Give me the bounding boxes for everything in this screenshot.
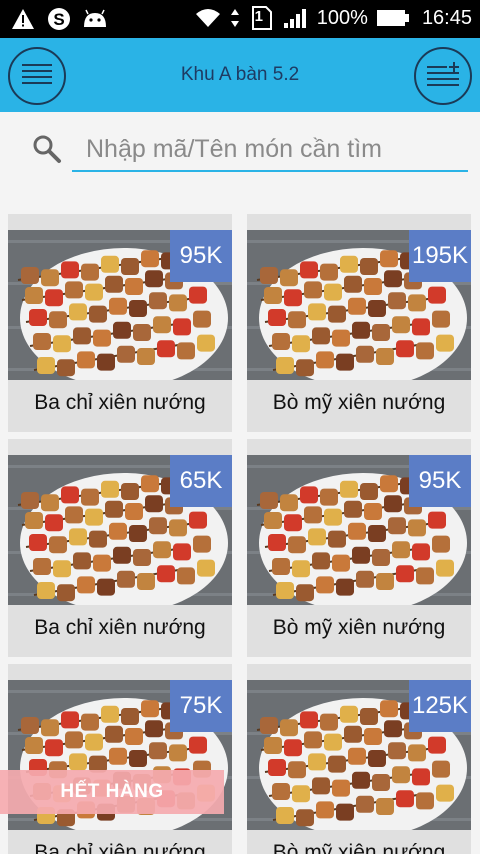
app-bar: Khu A bàn 5.2 bbox=[0, 38, 480, 112]
menu-item-card[interactable]: 195K Bò mỹ xiên nướng bbox=[247, 214, 471, 432]
android-icon bbox=[82, 6, 108, 32]
price-badge: 195K bbox=[409, 230, 471, 282]
menu-item-card[interactable]: 95K Bò mỹ xiên nướng bbox=[247, 439, 471, 657]
sim-slot-label: 1 bbox=[254, 8, 263, 25]
data-arrows-icon bbox=[229, 5, 241, 31]
order-list-add-icon bbox=[427, 61, 459, 92]
sim-icon: 1 bbox=[249, 5, 275, 31]
menu-item-card[interactable]: 65K Ba chỉ xiên nướng bbox=[8, 439, 232, 657]
price-badge: 65K bbox=[170, 455, 232, 507]
table-title: Khu A bàn 5.2 bbox=[180, 64, 300, 85]
menu-item-name: Bò mỹ xiên nướng bbox=[272, 841, 446, 854]
menu-item-name: Bò mỹ xiên nướng bbox=[272, 391, 446, 414]
warning-icon bbox=[10, 6, 36, 32]
menu-item-name: Bò mỹ xiên nướng bbox=[272, 616, 446, 639]
status-bar: S 1 100% 16:45 bbox=[0, 0, 480, 38]
menu-grid: 95K Ba chỉ xiên nướng 195K Bò mỹ xiên nướn… bbox=[0, 198, 480, 854]
menu-item-name: Ba chỉ xiên nướng bbox=[34, 616, 206, 639]
search-icon bbox=[32, 134, 62, 164]
wifi-icon bbox=[195, 5, 221, 31]
battery-icon bbox=[376, 5, 410, 31]
menu-item-card[interactable]: 95K Ba chỉ xiên nướng bbox=[8, 214, 232, 432]
search-input[interactable] bbox=[72, 128, 468, 172]
order-list-button[interactable] bbox=[414, 47, 472, 105]
clock-time: 16:45 bbox=[421, 6, 472, 29]
price-badge: 75K bbox=[170, 680, 232, 732]
price-badge: 125K bbox=[409, 680, 471, 732]
price-badge: 95K bbox=[170, 230, 232, 282]
sold-out-banner: HẾT HÀNG bbox=[0, 770, 224, 814]
skype-icon: S bbox=[46, 6, 72, 32]
menu-item-name: Ba chỉ xiên nướng bbox=[34, 841, 206, 854]
price-badge: 95K bbox=[409, 455, 471, 507]
menu-item-card[interactable]: 125K Bò mỹ xiên nướng bbox=[247, 664, 471, 854]
signal-icon bbox=[283, 5, 309, 31]
svg-text:S: S bbox=[53, 10, 64, 29]
battery-percent: 100% bbox=[316, 6, 368, 29]
menu-item-card[interactable]: 75K Ba chỉ xiên nướng bbox=[8, 664, 232, 854]
menu-item-name: Ba chỉ xiên nướng bbox=[34, 391, 206, 414]
search-bar bbox=[0, 112, 480, 198]
